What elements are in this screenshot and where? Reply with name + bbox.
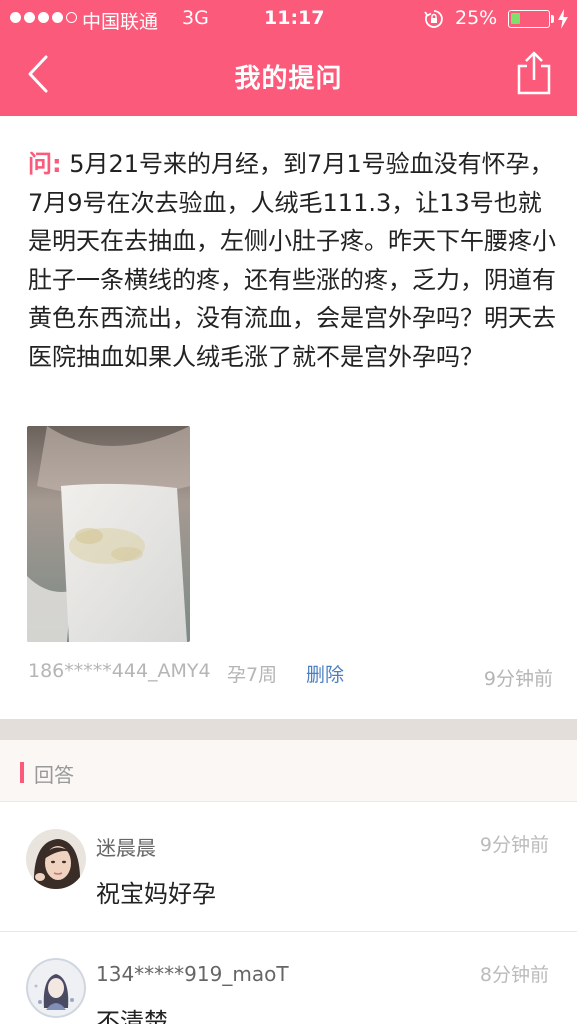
answers-title: 回答 bbox=[34, 763, 74, 787]
share-icon[interactable] bbox=[514, 50, 554, 96]
answer-text: 祝宝妈好孕 bbox=[96, 880, 216, 908]
answer-time: 9分钟前 bbox=[479, 834, 549, 856]
avatar[interactable] bbox=[26, 958, 86, 1018]
battery-icon bbox=[508, 10, 550, 28]
answer-author: 迷晨晨 bbox=[96, 836, 156, 860]
question-time: 9分钟前 bbox=[483, 668, 553, 690]
signal-strength-icon bbox=[10, 12, 77, 23]
answer-text: 不清楚。。 bbox=[96, 1008, 204, 1024]
answer-item[interactable]: 迷晨晨 9分钟前 祝宝妈好孕 bbox=[0, 802, 577, 932]
section-marker bbox=[20, 762, 24, 783]
network-type: 3G bbox=[182, 7, 209, 29]
answer-time: 8分钟前 bbox=[479, 964, 549, 986]
status-bar: 中国联通 3G 11:17 25% bbox=[0, 0, 577, 38]
avatar[interactable] bbox=[26, 829, 86, 889]
question-label: 问: bbox=[28, 150, 62, 178]
top-bar: 中国联通 3G 11:17 25% 我的提问 bbox=[0, 0, 577, 116]
charging-icon bbox=[558, 9, 568, 29]
answer-author: 134*****919_maoT bbox=[96, 962, 289, 986]
answer-item[interactable]: 134*****919_maoT 8分钟前 不清楚。。 bbox=[0, 932, 577, 1024]
section-divider bbox=[0, 719, 577, 740]
answers-header: 回答 bbox=[0, 740, 577, 802]
rotation-lock-icon bbox=[424, 10, 443, 28]
question-photo[interactable] bbox=[27, 426, 190, 642]
battery-percent: 25% bbox=[455, 7, 498, 29]
question-meta: 186*****444_AMY4 孕7周 删除 9分钟前 bbox=[28, 660, 553, 690]
question-text: 问: 5月21号来的月经，到7月1号验血没有怀孕，7月9号在次去验血，人绒毛11… bbox=[28, 145, 558, 376]
question-body: 5月21号来的月经，到7月1号验血没有怀孕，7月9号在次去验血，人绒毛111.3… bbox=[28, 150, 556, 371]
status-time: 11:17 bbox=[264, 7, 325, 29]
question-author: 186*****444_AMY4 bbox=[28, 660, 211, 682]
page-title: 我的提问 bbox=[234, 64, 343, 94]
nav-bar: 我的提问 bbox=[0, 38, 577, 116]
carrier-name: 中国联通 bbox=[82, 11, 159, 33]
pregnancy-week: 孕7周 bbox=[227, 664, 278, 686]
delete-button[interactable]: 删除 bbox=[306, 660, 344, 687]
